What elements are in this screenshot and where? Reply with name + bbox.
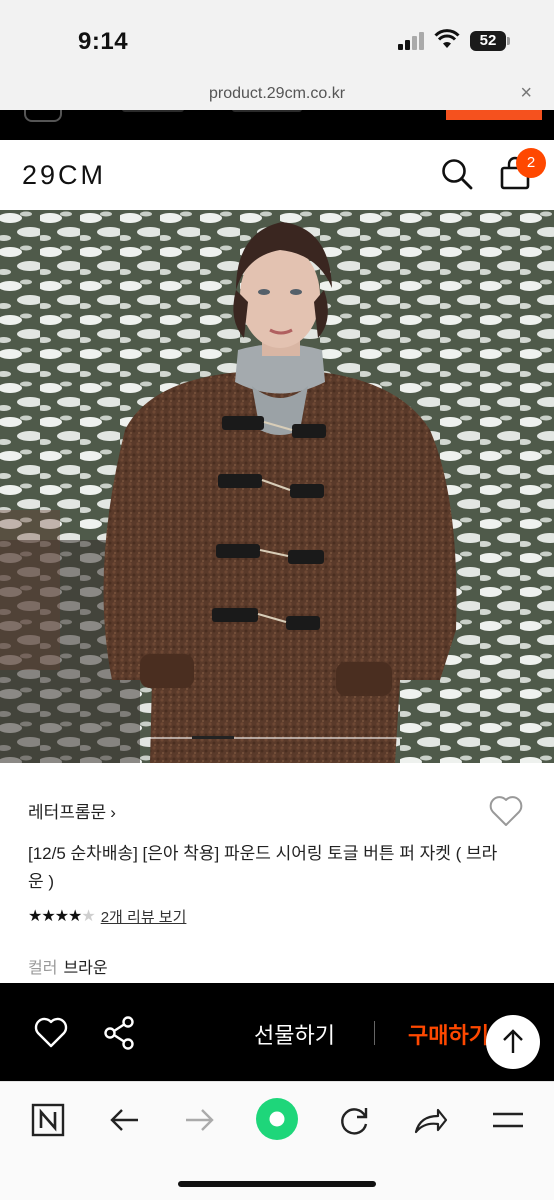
promo-strip [0, 110, 554, 140]
promo-text-shape [122, 110, 184, 112]
brand-name: 레터프롬문 [28, 803, 107, 822]
star-filled-icon: ★ [28, 908, 42, 925]
heart-icon[interactable] [34, 1017, 68, 1049]
buy-button[interactable]: 구매하기 [408, 1018, 489, 1050]
brand-link[interactable]: 레터프롬문 › [28, 798, 116, 823]
home-indicator [178, 1181, 376, 1187]
cellular-signal-icon [398, 32, 424, 50]
logo[interactable]: 29CM [22, 160, 106, 191]
promo-orange-tab [446, 110, 542, 120]
green-circle-icon[interactable] [254, 1096, 300, 1142]
divider [374, 1021, 375, 1045]
heart-icon[interactable] [488, 794, 524, 828]
battery-icon: 52 [470, 31, 506, 51]
option-value: 브라운 [63, 960, 108, 977]
url-bar[interactable]: product.29cm.co.kr × [0, 80, 554, 110]
chevron-right-icon: › [110, 803, 116, 822]
carousel-progress-active [192, 736, 234, 739]
carousel-progress [150, 736, 402, 739]
site-header: 29CM [0, 140, 554, 210]
battery-cap [507, 37, 510, 45]
color-option[interactable]: 컬러 브라운 [28, 954, 108, 978]
status-bar: 9:14 52 [0, 0, 554, 80]
search-icon[interactable] [440, 157, 474, 191]
cart-count-badge[interactable]: 2 [516, 148, 546, 178]
star-empty-icon: ★ [81, 908, 95, 925]
product-image[interactable] [0, 210, 554, 763]
url-text[interactable]: product.29cm.co.kr [0, 85, 554, 103]
rating-stars: ★★★★★ [28, 906, 96, 926]
status-time: 9:14 [78, 28, 129, 55]
review-link[interactable]: 2개 리뷰 보기 [101, 906, 187, 927]
option-label: 컬러 [28, 960, 58, 977]
promo-pill [24, 110, 62, 122]
arrow-up-icon [503, 1029, 523, 1053]
arrow-right-icon[interactable] [180, 1100, 220, 1140]
share-icon[interactable] [102, 1015, 136, 1051]
arrow-left-icon[interactable] [104, 1100, 144, 1140]
star-filled-icon: ★ [54, 908, 69, 925]
product-title: [12/5 순차배송] [은아 착용] 파운드 시어링 토글 버튼 퍼 자켓 (… [28, 844, 498, 891]
rating-row: ★★★★★ 2개 리뷰 보기 [28, 906, 186, 926]
naver-n-icon[interactable] [28, 1100, 68, 1140]
star-filled-icon: ★ [41, 908, 55, 925]
close-icon[interactable]: × [520, 82, 532, 105]
gift-button[interactable]: 선물하기 [254, 1018, 335, 1050]
share-arrow-icon[interactable] [410, 1100, 450, 1140]
menu-icon[interactable] [488, 1100, 528, 1140]
star-filled-icon: ★ [68, 908, 82, 925]
reload-icon[interactable] [334, 1100, 374, 1140]
scroll-top-button[interactable] [486, 1015, 540, 1069]
wifi-icon [434, 29, 460, 48]
promo-text-shape [232, 110, 302, 112]
purchase-bar: 선물하기 구매하기 [0, 983, 554, 1081]
